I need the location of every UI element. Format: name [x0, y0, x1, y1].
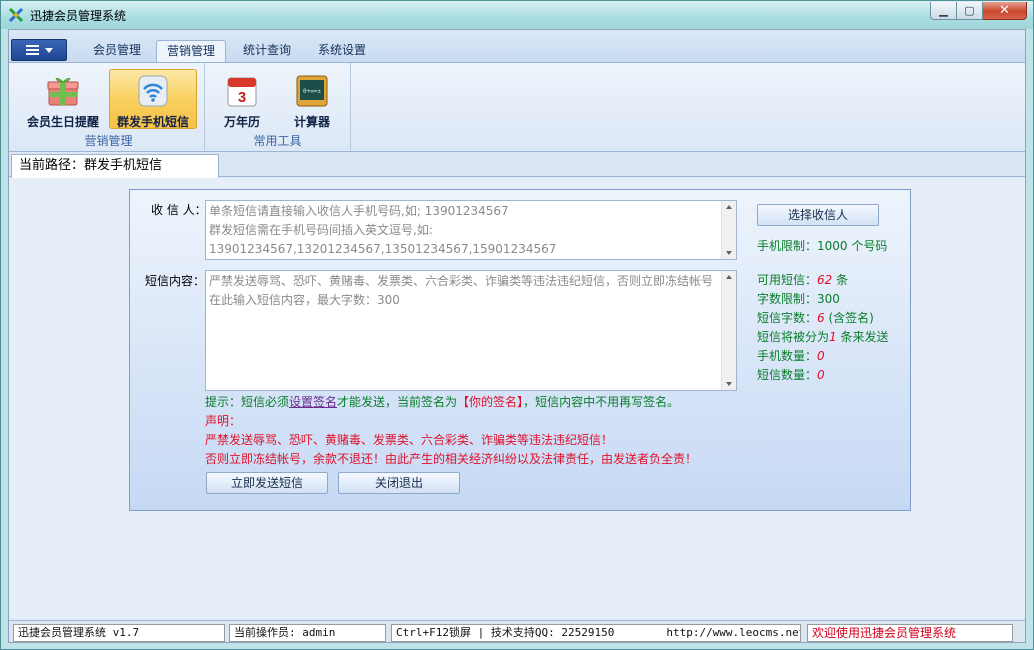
- content-label: 短信内容：: [145, 274, 206, 288]
- ribbon-tab-bar: 会员管理 营销管理 统计查询 系统设置: [9, 30, 1025, 62]
- recipient-label: 收 信 人：: [151, 203, 207, 217]
- signature-tip: 提示：短信必须设置签名才能发送，当前签名为【你的签名】，短信内容中不用再写签名。: [205, 395, 680, 409]
- phone-limit-text: 手机限制：1000 个号码: [757, 239, 888, 253]
- ribbon-group-tools: 3 万年历 0+∞=± 计算器 常用工具: [205, 63, 351, 151]
- select-recipient-button[interactable]: 选择收信人: [757, 204, 879, 226]
- minimize-button[interactable]: ▁: [930, 2, 957, 20]
- ribbon-group-label-marketing: 营销管理: [84, 134, 133, 148]
- available-sms-text: 可用短信：62 条: [757, 273, 849, 287]
- ribbon-group-marketing: 会员生日提醒 群发手机短信 营销管理: [13, 63, 205, 151]
- available-sms-value: 62: [817, 273, 833, 287]
- maximize-button[interactable]: ▢: [957, 2, 983, 20]
- ribbon-panel: 会员生日提醒 群发手机短信 营销管理 3 万年历 0+∞=± 计算器 常用工具: [9, 62, 1025, 152]
- birthday-reminder-button[interactable]: 会员生日提醒: [19, 69, 107, 129]
- bulk-sms-label: 群发手机短信: [116, 115, 189, 129]
- recipient-scrollbar[interactable]: [721, 201, 736, 259]
- scroll-down-icon[interactable]: [726, 382, 732, 386]
- sms-count-value: 0: [817, 368, 825, 382]
- recipient-input[interactable]: 单条短信请直接输入收信人手机号码,如; 13901234567 群发短信需在手机…: [205, 200, 737, 260]
- scroll-up-icon[interactable]: [726, 275, 732, 279]
- calculator-screen-text: 0+∞=±: [303, 88, 321, 95]
- calendar-icon: 3: [227, 77, 257, 107]
- close-exit-button[interactable]: 关闭退出: [338, 472, 460, 494]
- close-icon: ✕: [999, 3, 1010, 18]
- content-placeholder-line-2: 在此输入短信内容，最大字数：300: [209, 293, 400, 307]
- recipient-placeholder-line-3: 13901234567,13201234567,13501234567,1590…: [209, 242, 557, 256]
- window-title: 迅捷会员管理系统: [30, 9, 127, 23]
- app-logo-icon: [8, 7, 24, 23]
- scroll-up-icon[interactable]: [726, 205, 732, 209]
- content-placeholder-line-1: 严禁发送辱骂、恐吓、黄赌毒、发票类、六合彩类、诈骗类等违法违纪短信，否则立即冻结…: [209, 274, 714, 288]
- status-lock-support: Ctrl+F12锁屏 | 技术支持QQ: 22529150 http://www.…: [391, 624, 801, 642]
- sms-content-input[interactable]: 严禁发送辱骂、恐吓、黄赌毒、发票类、六合彩类、诈骗类等违法违纪短信，否则立即冻结…: [205, 270, 737, 391]
- declaration-line-2: 否则立即冻结帐号，余款不退还！由此产生的相关经济纠纷以及法律责任，由发送者负全责…: [205, 452, 698, 466]
- status-operator: 当前操作员: admin: [229, 624, 386, 642]
- calendar-day: 3: [238, 89, 246, 106]
- chevron-down-icon: [44, 47, 53, 53]
- content-scrollbar[interactable]: [721, 271, 736, 390]
- calculator-icon: 0+∞=±: [296, 75, 328, 107]
- ribbon-group-label-tools: 常用工具: [253, 134, 302, 148]
- maximize-icon: ▢: [964, 4, 975, 17]
- sms-chars-value: 6: [817, 311, 825, 325]
- birthday-reminder-label: 会员生日提醒: [26, 115, 99, 129]
- sms-chars-text: 短信字数：6 (含签名): [757, 311, 874, 325]
- sms-split-value: 1: [829, 330, 837, 344]
- current-signature: 【你的签名】: [457, 395, 524, 409]
- set-signature-link[interactable]: 设置签名: [289, 395, 337, 409]
- tab-member-management[interactable]: 会员管理: [83, 40, 151, 62]
- content-area: 收 信 人： 单条短信请直接输入收信人手机号码,如; 13901234567 群…: [9, 178, 1025, 618]
- app-menu-button[interactable]: [11, 39, 67, 61]
- sms-count-text: 短信数量：0: [757, 368, 825, 382]
- window-controls: ▁ ▢ ✕: [930, 2, 1027, 20]
- bulk-sms-button[interactable]: 群发手机短信: [109, 69, 197, 129]
- recipient-placeholder-line-1: 单条短信请直接输入收信人手机号码,如; 13901234567: [209, 204, 509, 218]
- phone-count-text: 手机数量：0: [757, 349, 825, 363]
- close-window-button[interactable]: ✕: [983, 2, 1027, 20]
- phone-count-value: 0: [817, 349, 825, 363]
- status-url: http://www.leocms.net: [666, 626, 801, 639]
- tab-statistics-query[interactable]: 统计查询: [233, 40, 301, 62]
- status-welcome: 欢迎使用迅捷会员管理系统: [807, 624, 1013, 642]
- document-tab-bar: 当前路径：群发手机短信: [9, 153, 1025, 178]
- calculator-button[interactable]: 0+∞=± 计算器: [275, 69, 349, 129]
- calendar-button[interactable]: 3 万年历: [205, 69, 279, 129]
- status-version: 迅捷会员管理系统 v1.7: [13, 624, 225, 642]
- calculator-label: 计算器: [293, 115, 330, 129]
- gift-icon: [47, 77, 79, 106]
- sms-form-panel: 收 信 人： 单条短信请直接输入收信人手机号码,如; 13901234567 群…: [129, 189, 911, 511]
- app-frame: 会员管理 营销管理 统计查询 系统设置 会员生日提醒 群发手机短信 营销管理 3…: [8, 29, 1026, 643]
- recipient-placeholder-line-2: 群发短信需在手机号码间插入英文逗号,如:: [209, 223, 433, 237]
- title-bar[interactable]: 迅捷会员管理系统 ▁ ▢ ✕: [1, 1, 1033, 29]
- declaration-title: 声明：: [205, 414, 242, 428]
- declaration-line-1: 严禁发送辱骂、恐吓、黄赌毒、发票类、六合彩类、诈骗类等违法违纪短信！: [205, 433, 614, 447]
- scroll-down-icon[interactable]: [726, 251, 732, 255]
- main-window: 迅捷会员管理系统 ▁ ▢ ✕ 会员管理 营销管理 统计查询 系统设置 会员生日提…: [0, 0, 1034, 650]
- menu-icon: [25, 45, 39, 55]
- calendar-label: 万年历: [223, 115, 260, 129]
- wireless-signal-icon: [138, 75, 168, 107]
- sms-split-text: 短信将被分为1 条来发送: [757, 330, 889, 344]
- tab-system-settings[interactable]: 系统设置: [308, 40, 376, 62]
- minimize-icon: ▁: [939, 4, 948, 17]
- status-bar: 迅捷会员管理系统 v1.7 当前操作员: admin Ctrl+F12锁屏 | …: [9, 620, 1025, 642]
- char-limit-text: 字数限制：300: [757, 292, 840, 306]
- current-path-tab[interactable]: 当前路径：群发手机短信: [11, 154, 219, 178]
- send-sms-button[interactable]: 立即发送短信: [206, 472, 328, 494]
- tab-marketing-management[interactable]: 营销管理: [156, 40, 227, 62]
